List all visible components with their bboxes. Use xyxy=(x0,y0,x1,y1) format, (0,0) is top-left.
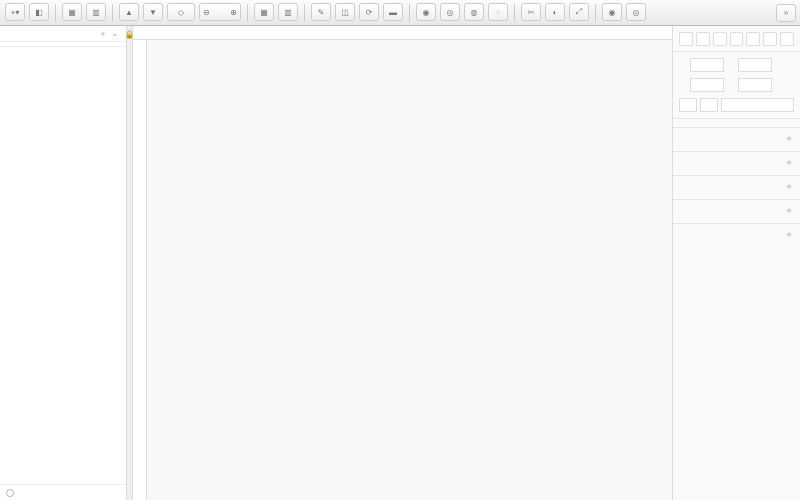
insert-button[interactable]: +▾ xyxy=(5,3,25,21)
add-page-icon[interactable]: + xyxy=(98,29,108,39)
size-row xyxy=(673,78,800,98)
flip-h-button[interactable] xyxy=(679,98,697,112)
shadows-section[interactable]: + xyxy=(673,175,800,199)
add-inner-shadow-icon[interactable]: + xyxy=(786,206,792,217)
canvas-area xyxy=(133,26,672,500)
backward-button[interactable]: ▼ xyxy=(143,3,163,21)
scissors-button[interactable]: ✂ xyxy=(521,3,541,21)
mask-button[interactable]: ◐ xyxy=(545,3,565,21)
distribute-button[interactable] xyxy=(780,32,794,46)
align-center-button[interactable] xyxy=(696,32,710,46)
rotate-button[interactable]: ⟳ xyxy=(359,3,379,21)
edit-button[interactable]: ✎ xyxy=(311,3,331,21)
forward-button[interactable]: ▲ xyxy=(119,3,139,21)
align-top-button[interactable] xyxy=(730,32,744,46)
borders-section[interactable]: + xyxy=(673,151,800,175)
flip-v-button[interactable] xyxy=(700,98,718,112)
pages-header: +⌄ xyxy=(0,26,126,42)
pages-menu-icon[interactable]: ⌄ xyxy=(110,29,120,39)
subtract2-button[interactable]: ◎ xyxy=(626,3,646,21)
flatten-button[interactable]: ▬ xyxy=(383,3,403,21)
group-button[interactable]: ▦ xyxy=(62,3,82,21)
inspector-panel: + + + + + xyxy=(672,26,800,500)
blurs-section[interactable]: + xyxy=(673,223,800,247)
filter-field[interactable] xyxy=(0,484,126,500)
x-input[interactable] xyxy=(690,58,724,72)
y-input[interactable] xyxy=(738,58,772,72)
filter-icon xyxy=(6,489,14,497)
style-header xyxy=(673,118,800,127)
ruler-horizontal xyxy=(133,26,672,40)
canvas[interactable] xyxy=(147,40,672,500)
group2-button[interactable]: ▦ xyxy=(254,3,274,21)
add-blur-icon[interactable]: + xyxy=(786,230,792,241)
w-input[interactable] xyxy=(690,78,724,92)
position-row xyxy=(673,52,800,78)
align-left-button[interactable] xyxy=(679,32,693,46)
difference-button[interactable]: ◌ xyxy=(488,3,508,21)
ruler-vertical xyxy=(133,40,147,500)
layers-list xyxy=(0,46,126,484)
ungroup2-button[interactable]: ▥ xyxy=(278,3,298,21)
zoom-field[interactable]: ⊖⊕ xyxy=(199,3,241,21)
align-middle-button[interactable] xyxy=(746,32,760,46)
union2-button[interactable]: ◉ xyxy=(602,3,622,21)
subtract-button[interactable]: ◎ xyxy=(440,3,460,21)
inspector-align-row xyxy=(673,26,800,52)
inner-shadows-section[interactable]: + xyxy=(673,199,800,223)
toolbar-overflow-button[interactable]: » xyxy=(776,4,796,22)
transform-button[interactable]: ◫ xyxy=(335,3,355,21)
scale-button[interactable]: ⤢ xyxy=(569,3,589,21)
transform-row xyxy=(673,98,800,118)
align-bottom-button[interactable] xyxy=(763,32,777,46)
union-button[interactable]: ◉ xyxy=(416,3,436,21)
left-sidebar: +⌄ xyxy=(0,26,127,500)
rotate-input[interactable] xyxy=(721,98,794,112)
data-button[interactable]: ◧ xyxy=(29,3,49,21)
create-symbol-button[interactable]: ◇ xyxy=(167,3,195,21)
add-fill-icon[interactable]: + xyxy=(786,134,792,145)
ungroup-button[interactable]: ▥ xyxy=(86,3,106,21)
fills-section[interactable]: + xyxy=(673,127,800,151)
main-toolbar: +▾ ◧ ▦ ▥ ▲ ▼ ◇ ⊖⊕ ▦ ▥ ✎ ◫ ⟳ ▬ ◉ ◎ ◍ ◌ ✂ … xyxy=(0,0,800,26)
intersect-button[interactable]: ◍ xyxy=(464,3,484,21)
add-border-icon[interactable]: + xyxy=(786,158,792,169)
add-shadow-icon[interactable]: + xyxy=(786,182,792,193)
h-input[interactable] xyxy=(738,78,772,92)
align-right-button[interactable] xyxy=(713,32,727,46)
